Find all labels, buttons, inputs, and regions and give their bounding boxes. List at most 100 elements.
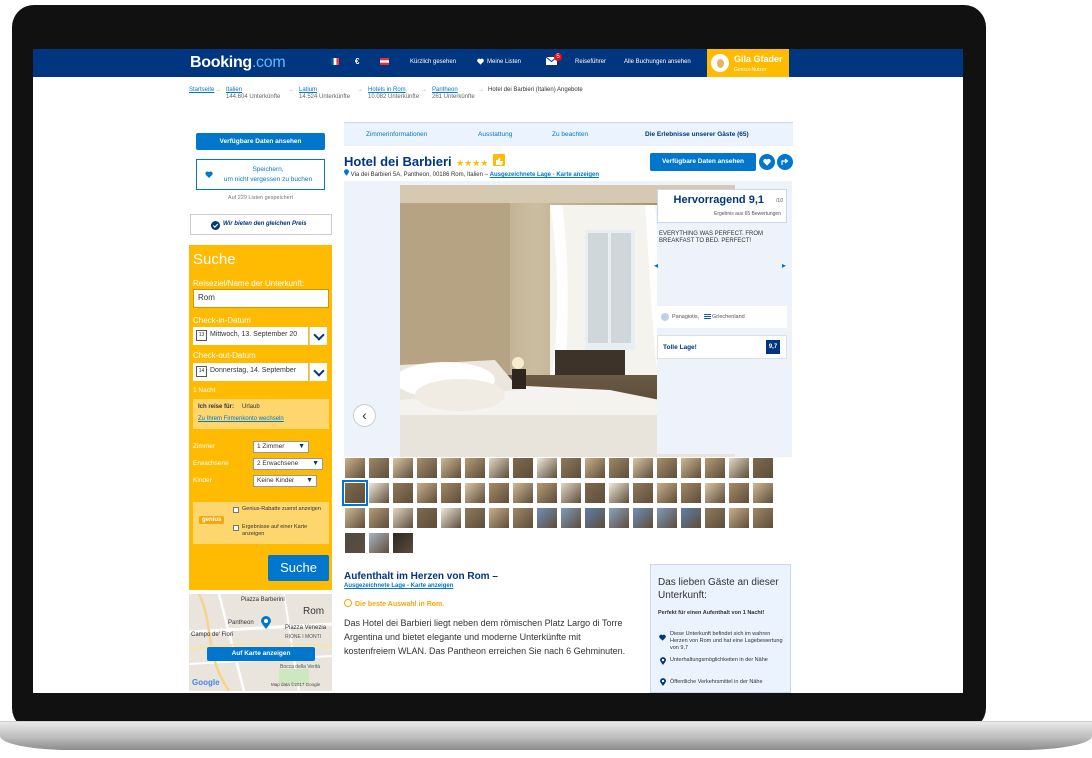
photo-thumbnail[interactable] [704, 457, 726, 479]
photo-thumbnail[interactable] [632, 507, 654, 529]
photo-thumbnail[interactable] [512, 507, 534, 529]
recently-viewed-link[interactable]: Kürzlich gesehen [410, 59, 456, 65]
currency-selector[interactable]: € [355, 57, 359, 66]
share-button[interactable] [777, 154, 793, 170]
photo-thumbnail[interactable] [584, 482, 606, 504]
photo-thumbnail[interactable] [512, 457, 534, 479]
checkout-chevron-down-icon[interactable] [309, 363, 327, 381]
photo-thumbnail[interactable] [608, 507, 630, 529]
photo-thumbnail[interactable] [368, 482, 390, 504]
children-select[interactable]: Keine Kinder ▼ [253, 475, 317, 487]
photo-thumbnail[interactable] [656, 507, 678, 529]
photo-thumbnail[interactable] [416, 457, 438, 479]
photo-thumbnail[interactable] [632, 457, 654, 479]
photo-thumbnail[interactable] [536, 507, 558, 529]
map-preview[interactable]: Piazza Barberini Rom Pantheon Piazza Ven… [189, 594, 332, 691]
photo-thumbnail[interactable] [368, 532, 390, 554]
availability-button[interactable]: Verfügbare Daten ansehen [650, 153, 756, 171]
photo-thumbnail[interactable] [440, 507, 462, 529]
search-submit-button[interactable]: Suche [268, 555, 329, 581]
photo-thumbnail[interactable] [464, 482, 486, 504]
photo-thumbnail[interactable] [368, 507, 390, 529]
photo-thumbnail[interactable] [488, 457, 510, 479]
user-profile-menu[interactable]: Gila Gfader Genius-Nutzer [707, 49, 789, 77]
checkin-date-field[interactable]: 13 Mittwoch, 13. September 20 [193, 327, 308, 345]
all-bookings-link[interactable]: Alle Buchungen ansehen [624, 59, 691, 65]
next-review-icon[interactable]: ▸ [782, 261, 786, 270]
photo-thumbnail[interactable] [392, 507, 414, 529]
photo-thumbnail[interactable] [344, 532, 366, 554]
booking-logo[interactable]: Booking.com [190, 54, 286, 72]
photo-thumbnail[interactable] [536, 482, 558, 504]
photo-thumbnail[interactable] [344, 507, 366, 529]
photo-thumbnail[interactable] [560, 482, 582, 504]
photo-thumbnail[interactable] [560, 457, 582, 479]
rooms-select[interactable]: 1 Zimmer ▼ [253, 441, 309, 453]
tab-amenities[interactable]: Ausstattung [478, 131, 512, 138]
photo-thumbnail[interactable] [704, 482, 726, 504]
destination-input[interactable]: Rom [193, 289, 329, 308]
show-on-map-button[interactable]: Auf Karte anzeigen [207, 647, 315, 661]
checkin-chevron-down-icon[interactable] [309, 327, 327, 345]
breadcrumb-link[interactable]: Pantheon [432, 87, 458, 93]
save-to-list-button[interactable]: Speichern, um nicht vergessen zu buchen [196, 159, 325, 190]
photo-thumbnail[interactable] [560, 507, 582, 529]
photo-thumbnail[interactable] [608, 482, 630, 504]
photo-thumbnail[interactable] [728, 507, 750, 529]
tab-room-info[interactable]: Zimmerinformationen [366, 131, 427, 138]
business-account-link[interactable]: Zu Ihrem Firmenkonto wechseln [198, 416, 284, 422]
photo-thumbnail[interactable] [680, 457, 702, 479]
adults-select[interactable]: 2 Erwachsene ▼ [253, 458, 323, 470]
map-results-checkbox[interactable] [233, 525, 239, 531]
breadcrumb-rome[interactable]: Hotels in Rom 10.082 Unterkünfte [368, 87, 419, 100]
description-map-link[interactable]: Ausgezeichnete Lage - Karte anzeigen [344, 583, 634, 589]
photo-thumbnail[interactable] [728, 482, 750, 504]
checkout-date-field[interactable]: 14 Donnerstag, 14. September [193, 363, 308, 381]
photo-thumbnail[interactable] [416, 507, 438, 529]
photo-thumbnail[interactable] [392, 532, 414, 554]
photo-thumbnail[interactable] [488, 507, 510, 529]
breadcrumb-link[interactable]: Italien [226, 87, 242, 93]
photo-thumbnail[interactable] [464, 457, 486, 479]
photo-thumbnail[interactable] [440, 457, 462, 479]
sidebar-availability-button[interactable]: Verfügbare Daten ansehen [196, 133, 325, 150]
photo-thumbnail[interactable] [392, 457, 414, 479]
photo-thumbnail[interactable] [752, 482, 774, 504]
photo-thumbnail[interactable] [584, 457, 606, 479]
photo-thumbnail[interactable] [368, 457, 390, 479]
photo-thumbnail[interactable] [536, 457, 558, 479]
my-lists-link[interactable]: Meine Listen [487, 59, 521, 65]
photo-thumbnail[interactable] [656, 482, 678, 504]
breadcrumb-link[interactable]: Hotels in Rom [368, 87, 406, 93]
breadcrumb-home[interactable]: Startseite [189, 87, 214, 93]
photo-thumbnail[interactable] [680, 482, 702, 504]
breadcrumb-italy[interactable]: Italien 144.604 Unterkünfte [226, 87, 280, 100]
photo-thumbnail[interactable] [392, 482, 414, 504]
genius-checkbox[interactable] [233, 507, 239, 513]
photo-thumbnail[interactable] [464, 507, 486, 529]
photo-thumbnail[interactable] [656, 457, 678, 479]
photo-thumbnail[interactable] [416, 482, 438, 504]
photo-thumbnail[interactable] [584, 507, 606, 529]
tab-guest-reviews[interactable]: Die Erlebnisse unserer Gäste (65) [645, 131, 749, 138]
hotel-map-link[interactable]: Ausgezeichnete Lage - Karte anzeigen [490, 172, 599, 178]
photo-thumbnail[interactable] [608, 457, 630, 479]
photo-thumbnail[interactable] [680, 507, 702, 529]
country-flag-icon[interactable] [380, 58, 389, 67]
photo-thumbnail[interactable] [440, 482, 462, 504]
breadcrumb-link[interactable]: Startseite [189, 87, 214, 93]
breadcrumb-lazio[interactable]: Latium 14.524 Unterkünfte [299, 87, 350, 100]
photo-thumbnail[interactable] [704, 507, 726, 529]
tab-house-rules[interactable]: Zu beachten [552, 131, 588, 138]
price-match-banner[interactable]: Wir bieten den gleichen Preis [190, 214, 332, 235]
breadcrumb-link[interactable]: Latium [299, 87, 317, 93]
photo-thumbnail[interactable] [752, 457, 774, 479]
save-heart-button[interactable] [759, 154, 775, 170]
travel-for-value[interactable]: Urlaub [242, 404, 260, 410]
photo-thumbnail[interactable] [728, 457, 750, 479]
photo-thumbnail[interactable] [632, 482, 654, 504]
language-flag-icon[interactable] [331, 58, 339, 67]
location-score-box[interactable]: Tolle Lage! 9,7 [657, 335, 787, 359]
breadcrumb-pantheon[interactable]: Pantheon 261 Unterkünfte [432, 87, 475, 100]
photo-thumbnail[interactable] [488, 482, 510, 504]
